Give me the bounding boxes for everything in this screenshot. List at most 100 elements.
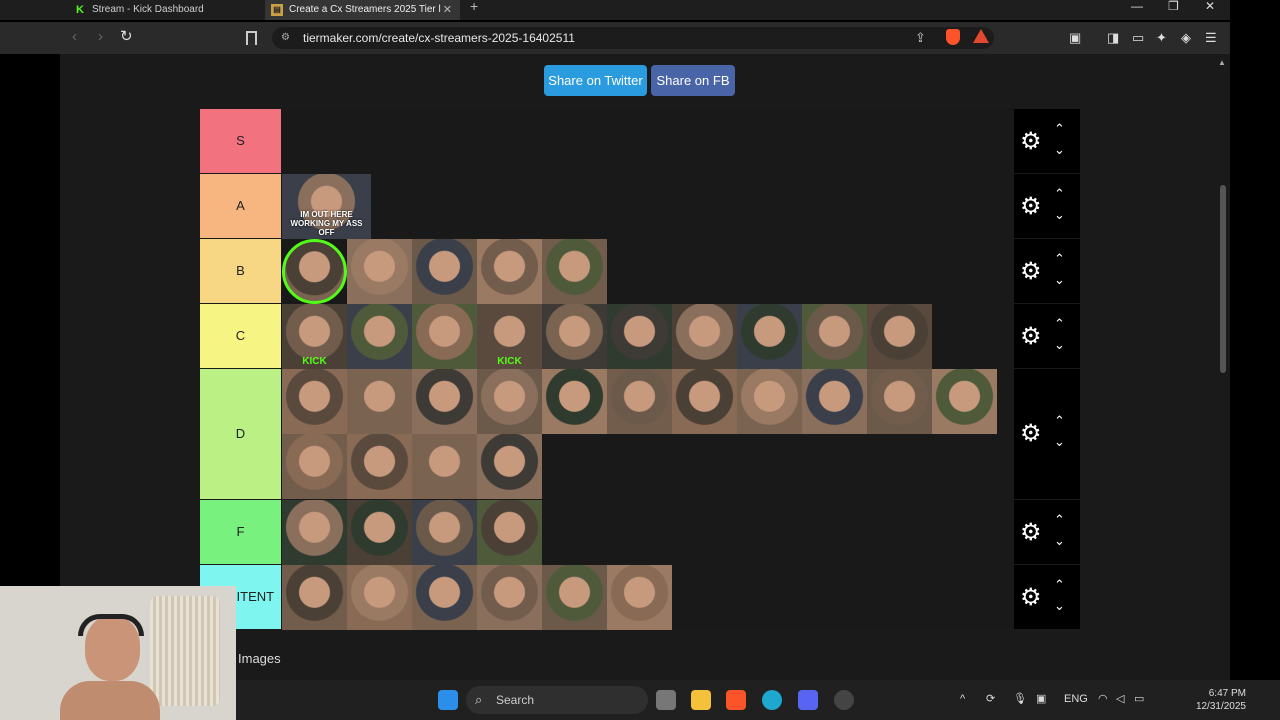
tier-item-image[interactable] xyxy=(737,369,802,434)
tier-item-image[interactable] xyxy=(477,239,542,304)
forward-icon[interactable]: › xyxy=(98,29,103,45)
tier-item-image[interactable] xyxy=(347,369,412,434)
wifi-icon[interactable]: ◠ xyxy=(1098,692,1108,706)
move-down-icon[interactable]: ⌄ xyxy=(1054,208,1065,221)
move-down-icon[interactable]: ⌄ xyxy=(1054,534,1065,547)
gear-icon[interactable]: ⚙ xyxy=(1020,194,1042,218)
tier-item-image[interactable] xyxy=(347,434,412,499)
tier-item-image[interactable] xyxy=(347,304,412,369)
tier-item-image[interactable] xyxy=(802,304,867,369)
tier-item-image[interactable] xyxy=(412,434,477,499)
leo-ai-icon[interactable]: ✦ xyxy=(1156,31,1167,45)
tier-item-image[interactable] xyxy=(867,369,932,434)
screenshot-icon[interactable]: ▣ xyxy=(1069,31,1081,45)
tier-item-image[interactable] xyxy=(347,500,412,565)
tier-item-image[interactable] xyxy=(412,369,477,434)
tier-label[interactable]: C xyxy=(200,304,281,368)
tier-item-image[interactable] xyxy=(932,369,997,434)
move-up-icon[interactable]: ⌃ xyxy=(1054,513,1065,526)
tier-item-image[interactable] xyxy=(867,304,932,369)
move-up-icon[interactable]: ⌃ xyxy=(1054,414,1065,427)
restore-icon[interactable]: ❐ xyxy=(1168,0,1179,12)
back-icon[interactable]: ‹ xyxy=(72,29,77,45)
volume-icon[interactable]: ◁ xyxy=(1116,692,1124,706)
tier-item-image[interactable] xyxy=(412,565,477,630)
tier-item-image[interactable] xyxy=(282,565,347,630)
clock[interactable]: 6:47 PM 12/31/2025 xyxy=(1154,687,1246,713)
tier-item-image[interactable] xyxy=(477,434,542,499)
brave-rewards-icon[interactable] xyxy=(973,29,989,43)
share-icon[interactable]: ⇪ xyxy=(915,30,926,46)
menu-icon[interactable]: ☰ xyxy=(1205,31,1217,45)
discord-icon[interactable] xyxy=(798,690,818,710)
brave-taskbar-icon[interactable] xyxy=(726,690,746,710)
tier-item-image[interactable] xyxy=(412,304,477,369)
site-info-icon[interactable]: ⚙ xyxy=(281,32,291,43)
tier-item-image[interactable] xyxy=(542,565,607,630)
move-up-icon[interactable]: ⌃ xyxy=(1054,317,1065,330)
move-down-icon[interactable]: ⌄ xyxy=(1054,599,1065,612)
tier-label[interactable]: S xyxy=(200,109,281,173)
tier-item-image[interactable] xyxy=(802,369,867,434)
tier-label[interactable]: D xyxy=(200,369,281,499)
tier-item-image[interactable] xyxy=(347,565,412,630)
move-up-icon[interactable]: ⌃ xyxy=(1054,252,1065,265)
wallet-icon[interactable]: ▭ xyxy=(1132,31,1144,45)
windows-start-icon[interactable] xyxy=(438,690,458,710)
gear-icon[interactable]: ⚙ xyxy=(1020,585,1042,609)
display-icon[interactable]: ▣ xyxy=(1036,692,1046,706)
bookmark-icon[interactable] xyxy=(246,31,257,45)
gear-icon[interactable]: ⚙ xyxy=(1020,259,1042,283)
tier-item-image[interactable] xyxy=(412,239,477,304)
tier-item-image[interactable] xyxy=(607,565,672,630)
tier-item-image[interactable] xyxy=(672,304,737,369)
tab-kick-dashboard[interactable]: K Stream - Kick Dashboard xyxy=(68,0,260,20)
tier-item-image[interactable] xyxy=(282,239,347,304)
gear-icon[interactable]: ⚙ xyxy=(1020,422,1042,446)
mic-icon[interactable]: 🎙 xyxy=(1013,692,1027,706)
sync-icon[interactable]: ⟳ xyxy=(986,692,995,706)
move-down-icon[interactable]: ⌄ xyxy=(1054,435,1065,448)
taskbar-search[interactable]: ⌕ Search xyxy=(466,686,648,714)
share-twitter-button[interactable]: Share on Twitter xyxy=(544,65,647,96)
tier-item-image[interactable]: KICK xyxy=(477,304,542,369)
vpn-icon[interactable]: ◈ xyxy=(1181,31,1191,45)
tier-item-image[interactable] xyxy=(607,304,672,369)
tier-item-image[interactable] xyxy=(542,369,607,434)
tier-item-image[interactable] xyxy=(477,565,542,630)
close-window-icon[interactable]: ✕ xyxy=(1205,0,1215,12)
tier-item-image[interactable] xyxy=(607,369,672,434)
file-explorer-icon[interactable] xyxy=(691,690,711,710)
tier-item-image[interactable] xyxy=(282,500,347,565)
tier-item-image[interactable] xyxy=(672,369,737,434)
brave-shields-icon[interactable] xyxy=(946,29,960,45)
tier-item-image[interactable]: IM OUT HERE WORKING MY ASS OFF xyxy=(282,174,371,239)
tier-item-image[interactable] xyxy=(737,304,802,369)
move-up-icon[interactable]: ⌃ xyxy=(1054,122,1065,135)
tier-label[interactable]: A xyxy=(200,174,281,238)
scroll-up-icon[interactable]: ▲ xyxy=(1218,58,1226,67)
scrollbar-thumb[interactable] xyxy=(1220,185,1226,373)
minimize-icon[interactable]: — xyxy=(1131,0,1143,12)
url-bar[interactable]: ⚙ tiermaker.com/create/cx-streamers-2025… xyxy=(272,27,994,49)
gear-icon[interactable]: ⚙ xyxy=(1020,520,1042,544)
close-tab-icon[interactable]: ✕ xyxy=(443,4,452,16)
sidebar-icon[interactable]: ◨ xyxy=(1107,31,1119,45)
obs-icon[interactable] xyxy=(834,690,854,710)
task-view-icon[interactable] xyxy=(656,690,676,710)
gear-icon[interactable]: ⚙ xyxy=(1020,129,1042,153)
tier-item-image[interactable] xyxy=(282,369,347,434)
tier-label[interactable]: B xyxy=(200,239,281,303)
reload-icon[interactable]: ↻ xyxy=(120,29,133,45)
move-down-icon[interactable]: ⌄ xyxy=(1054,338,1065,351)
tier-item-image[interactable] xyxy=(542,304,607,369)
tray-chevron-icon[interactable]: ^ xyxy=(960,692,965,706)
edge-icon[interactable] xyxy=(762,690,782,710)
move-up-icon[interactable]: ⌃ xyxy=(1054,187,1065,200)
language-indicator[interactable]: ENG xyxy=(1064,692,1088,706)
move-down-icon[interactable]: ⌄ xyxy=(1054,143,1065,156)
new-tab-icon[interactable]: + xyxy=(470,0,478,13)
battery-icon[interactable]: ▭ xyxy=(1134,692,1144,706)
tier-item-image[interactable] xyxy=(542,239,607,304)
tier-item-image[interactable] xyxy=(282,434,347,499)
